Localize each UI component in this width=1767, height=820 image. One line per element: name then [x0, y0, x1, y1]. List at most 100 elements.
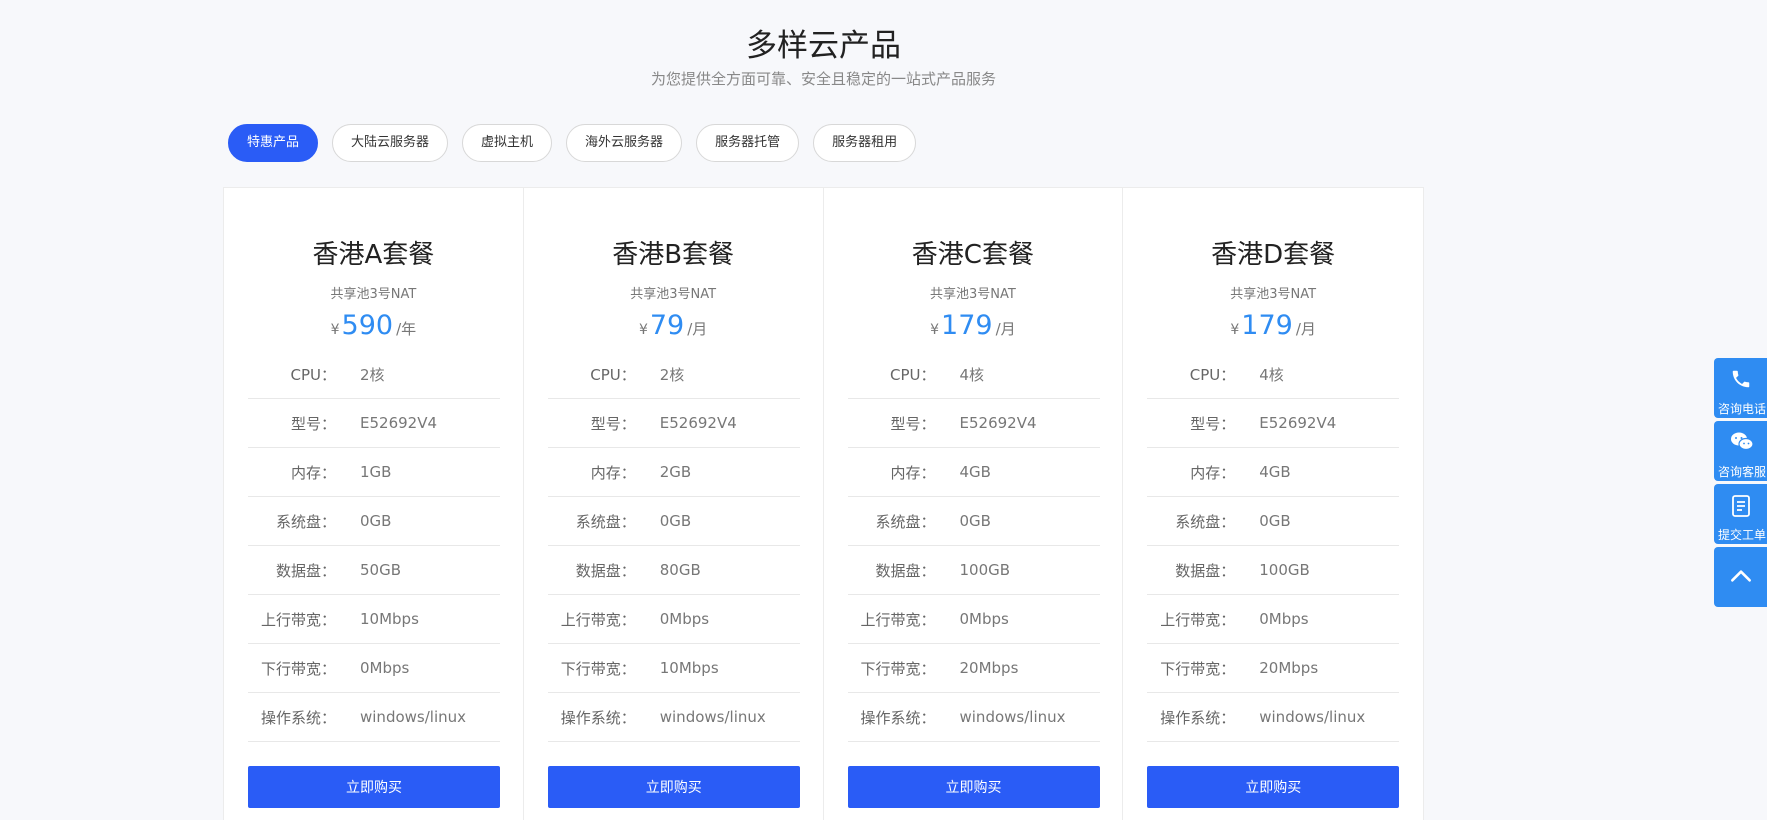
spec-label: CPU：: [1189, 365, 1236, 384]
package-cards: 香港A套餐 共享池3号NAT ¥590/年 CPU： 2核 型号： E52692V4…: [223, 187, 1424, 820]
spec-label: 数据盘：: [275, 561, 336, 580]
spec-label: 型号：: [1190, 414, 1236, 433]
spec-row-data-disk: 数据盘： 80GB: [547, 546, 800, 595]
spec-row-cpu: CPU： 2核: [248, 350, 500, 399]
spec-row-download-bandwidth: 下行带宽： 0Mbps: [248, 644, 500, 693]
side-button-label: 咨询客服: [1718, 465, 1767, 479]
spec-label: 上行带宽：: [860, 610, 936, 629]
spec-row-os: 操作系统： windows/linux: [1147, 693, 1400, 742]
price-value: 79: [649, 310, 685, 341]
price-value: 590: [341, 310, 394, 341]
spec-list: CPU： 4核 型号： E52692V4 内存： 4GB 系统盘： 0GB 数据盘： 10…: [847, 350, 1100, 742]
package-name: 香港D套餐: [1211, 240, 1336, 270]
spec-row-model: 型号： E52692V4: [1147, 399, 1400, 448]
package-pool: 共享池3号NAT: [929, 287, 1016, 302]
chevron-up-icon: [1731, 570, 1751, 582]
floating-sidebar: 咨询电话 咨询客服 提交工单: [1714, 358, 1767, 610]
currency-symbol: ¥: [1230, 322, 1240, 338]
spec-value: 0GB: [659, 512, 692, 530]
spec-value: 2GB: [659, 463, 692, 481]
spec-row-system-disk: 系统盘： 0GB: [248, 497, 500, 546]
spec-value: 0GB: [1259, 512, 1291, 530]
consult-service-button[interactable]: 咨询客服: [1714, 421, 1767, 481]
page: 多样云产品 为您提供全方面可靠、安全且稳定的一站式产品服务 特惠产品 大陆云服务…: [0, 0, 1767, 820]
spec-row-os: 操作系统： windows/linux: [248, 693, 500, 742]
spec-label: 内存：: [890, 463, 936, 482]
spec-value: windows/linux: [1259, 708, 1366, 726]
spec-value: E52692V4: [959, 414, 1037, 432]
spec-label: 系统盘：: [275, 512, 336, 531]
spec-row-system-disk: 系统盘： 0GB: [847, 497, 1100, 546]
spec-value: E52692V4: [360, 414, 437, 432]
tab-virtual-hosting[interactable]: 虚拟主机: [462, 124, 553, 162]
package-pool: 共享池3号NAT: [630, 287, 717, 302]
spec-row-cpu: CPU： 4核: [1147, 350, 1400, 399]
package-price: ¥590/年: [224, 310, 523, 341]
package-price: ¥179/月: [1123, 310, 1423, 341]
phone-icon: [1732, 370, 1750, 388]
currency-symbol: ¥: [638, 322, 648, 338]
tab-mainland-cloud-servers[interactable]: 大陆云服务器: [332, 124, 449, 162]
spec-row-download-bandwidth: 下行带宽： 10Mbps: [547, 644, 800, 693]
package-card-d: 香港D套餐 共享池3号NAT ¥179/月 CPU： 4核 型号： E52692V4…: [1123, 188, 1423, 820]
spec-value: 10Mbps: [659, 659, 719, 677]
spec-value: windows/linux: [659, 708, 766, 726]
package-price: ¥79/月: [524, 310, 823, 341]
spec-row-model: 型号： E52692V4: [547, 399, 800, 448]
spec-value: 4核: [1259, 365, 1284, 384]
spec-label: 系统盘：: [575, 512, 636, 531]
spec-label: 下行带宽：: [560, 659, 636, 678]
consult-phone-button[interactable]: 咨询电话: [1714, 358, 1767, 418]
price-unit: /月: [995, 320, 1016, 338]
spec-value: 0Mbps: [659, 610, 710, 628]
spec-list: CPU： 2核 型号： E52692V4 内存： 2GB 系统盘： 0GB 数据盘： 80…: [547, 350, 800, 742]
spec-value: 2核: [360, 365, 385, 384]
buy-now-button[interactable]: 立即购买: [547, 766, 800, 808]
spec-label: 下行带宽：: [860, 659, 936, 678]
spec-label: 数据盘：: [575, 561, 636, 580]
spec-value: 20Mbps: [1259, 659, 1319, 677]
spec-label: 上行带宽：: [1160, 610, 1236, 629]
buy-now-button[interactable]: 立即购买: [248, 766, 500, 808]
spec-row-cpu: CPU： 4核: [847, 350, 1100, 399]
tab-overseas-cloud-servers[interactable]: 海外云服务器: [566, 124, 683, 162]
buy-now-button[interactable]: 立即购买: [847, 766, 1100, 808]
spec-label: 上行带宽：: [260, 610, 336, 629]
spec-value: 0Mbps: [360, 659, 410, 677]
spec-value: 4核: [959, 365, 985, 384]
price-unit: /年: [396, 320, 417, 338]
package-card-a: 香港A套餐 共享池3号NAT ¥590/年 CPU： 2核 型号： E52692V4…: [224, 188, 524, 820]
buy-now-button[interactable]: 立即购买: [1147, 766, 1400, 808]
spec-list: CPU： 4核 型号： E52692V4 内存： 4GB 系统盘： 0GB 数据盘： 10…: [1147, 350, 1400, 742]
currency-symbol: ¥: [930, 322, 940, 338]
tab-server-colocation[interactable]: 服务器托管: [696, 124, 800, 162]
spec-value: E52692V4: [1259, 414, 1337, 432]
spec-row-os: 操作系统： windows/linux: [847, 693, 1100, 742]
spec-value: 0GB: [959, 512, 991, 530]
package-card-c: 香港C套餐 共享池3号NAT ¥179/月 CPU： 4核 型号： E52692V4…: [824, 188, 1124, 820]
spec-label: CPU：: [890, 365, 936, 384]
tab-server-rental[interactable]: 服务器租用: [813, 124, 917, 162]
package-pool: 共享池3号NAT: [330, 287, 417, 302]
spec-value: 80GB: [659, 561, 701, 579]
package-card-b: 香港B套餐 共享池3号NAT ¥79/月 CPU： 2核 型号： E52692V4 …: [524, 188, 824, 820]
spec-value: 20Mbps: [959, 659, 1019, 677]
product-tabs: 特惠产品 大陆云服务器 虚拟主机 海外云服务器 服务器托管 服务器租用: [228, 124, 930, 162]
spec-value: windows/linux: [959, 708, 1066, 726]
spec-label: 型号：: [290, 414, 336, 433]
back-to-top-button[interactable]: [1714, 547, 1767, 607]
spec-row-system-disk: 系统盘： 0GB: [1147, 497, 1400, 546]
spec-row-memory: 内存： 2GB: [547, 448, 800, 497]
page-subtitle: 为您提供全方面可靠、安全且稳定的一站式产品服务: [650, 70, 996, 88]
ticket-icon: [1732, 495, 1750, 517]
spec-row-data-disk: 数据盘： 100GB: [1147, 546, 1400, 595]
submit-ticket-button[interactable]: 提交工单: [1714, 484, 1767, 544]
spec-label: CPU：: [290, 365, 337, 384]
tab-special-offers[interactable]: 特惠产品: [228, 124, 319, 162]
spec-label: 内存：: [590, 463, 636, 482]
spec-row-download-bandwidth: 下行带宽： 20Mbps: [1147, 644, 1400, 693]
spec-label: 下行带宽：: [260, 659, 336, 678]
spec-value: 4GB: [1259, 463, 1291, 481]
spec-row-model: 型号： E52692V4: [847, 399, 1100, 448]
spec-value: 2核: [659, 365, 685, 384]
